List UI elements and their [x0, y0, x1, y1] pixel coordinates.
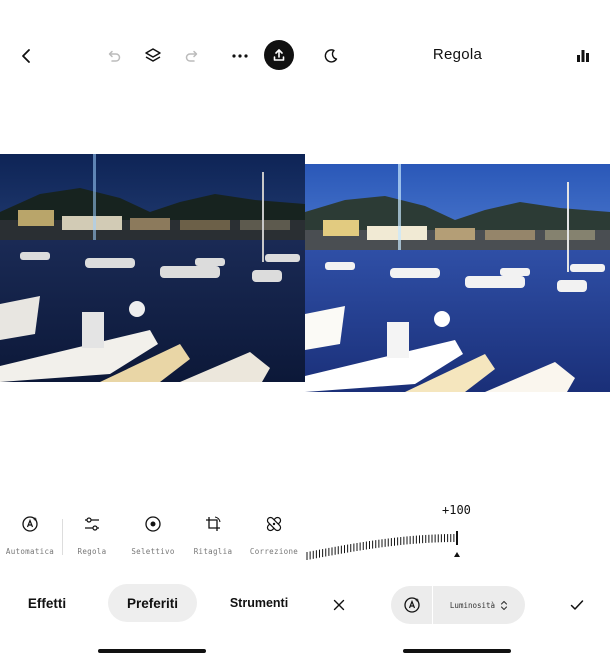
- redo-button[interactable]: [176, 34, 208, 78]
- sliders-icon: [81, 513, 103, 535]
- confirm-button[interactable]: [563, 591, 591, 619]
- adjustment-dial[interactable]: [305, 526, 610, 566]
- layers-button[interactable]: [137, 34, 169, 78]
- more-options-button[interactable]: [224, 34, 256, 78]
- healing-bandage-icon: [263, 513, 285, 535]
- photo-preview-original[interactable]: [0, 154, 305, 382]
- editor-main-pane: Automatica Regola Selettivo Ritaglia Cor…: [0, 0, 305, 660]
- tab-favorites[interactable]: Preferiti: [108, 584, 197, 622]
- slider-value: +100: [442, 503, 471, 517]
- auto-adjust-button[interactable]: [391, 586, 433, 624]
- layers-icon: [145, 48, 161, 62]
- close-icon: [333, 599, 345, 611]
- harbor-photo: [0, 154, 305, 382]
- auto-enhance-icon: [403, 597, 420, 613]
- back-button[interactable]: [10, 34, 42, 78]
- tool-crop[interactable]: Ritaglia: [183, 513, 243, 556]
- auto-enhance-icon: [19, 513, 41, 535]
- harbor-photo: [305, 164, 610, 392]
- more-dots-icon: [232, 54, 248, 58]
- tool-adjust[interactable]: Regola: [62, 513, 122, 556]
- selective-target-icon: [142, 513, 164, 535]
- undo-icon: [108, 50, 121, 62]
- tool-healing[interactable]: Correzione: [244, 513, 304, 556]
- tool-automatic[interactable]: Automatica: [0, 513, 60, 556]
- adjustment-dropdown[interactable]: Luminosità: [433, 586, 525, 624]
- tool-label: Automatica: [5, 547, 55, 556]
- export-button[interactable]: [264, 40, 294, 70]
- page-title: Regola: [432, 46, 483, 63]
- chevron-updown-icon: [501, 600, 508, 610]
- photo-preview-adjusted[interactable]: [305, 164, 610, 392]
- redo-icon: [185, 50, 198, 62]
- chevron-left-icon: [22, 49, 30, 63]
- tool-label: Selettivo: [131, 547, 175, 556]
- adjustment-label: Luminosità: [449, 600, 496, 610]
- dial-ticks: [306, 531, 460, 560]
- tools-row: Automatica Regola Selettivo Ritaglia Cor…: [0, 513, 305, 563]
- top-toolbar: [0, 34, 305, 78]
- tab-effects[interactable]: Effetti: [10, 584, 84, 622]
- tool-selective[interactable]: Selettivo: [123, 513, 183, 556]
- histogram-icon: [577, 50, 589, 62]
- histogram-button[interactable]: [567, 34, 599, 78]
- home-indicator: [403, 649, 511, 653]
- dial-pointer: [454, 552, 460, 557]
- adjust-pane: Regola +100 Luminosità: [305, 0, 610, 660]
- home-indicator: [98, 649, 206, 653]
- tool-label: Regola: [77, 547, 107, 556]
- upload-icon: [273, 49, 285, 61]
- checkmark-icon: [570, 600, 584, 610]
- tool-label: Ritaglia: [193, 547, 233, 556]
- tool-label: Correzione: [249, 547, 299, 556]
- undo-button[interactable]: [98, 34, 130, 78]
- adjust-bottom-bar: Luminosità: [305, 586, 610, 624]
- bottom-tabs: Effetti Preferiti Strumenti: [0, 584, 305, 622]
- cancel-button[interactable]: [325, 591, 353, 619]
- tab-tools[interactable]: Strumenti: [218, 584, 300, 622]
- crop-rotate-icon: [202, 513, 224, 535]
- adjustment-selector: Luminosità: [391, 586, 525, 624]
